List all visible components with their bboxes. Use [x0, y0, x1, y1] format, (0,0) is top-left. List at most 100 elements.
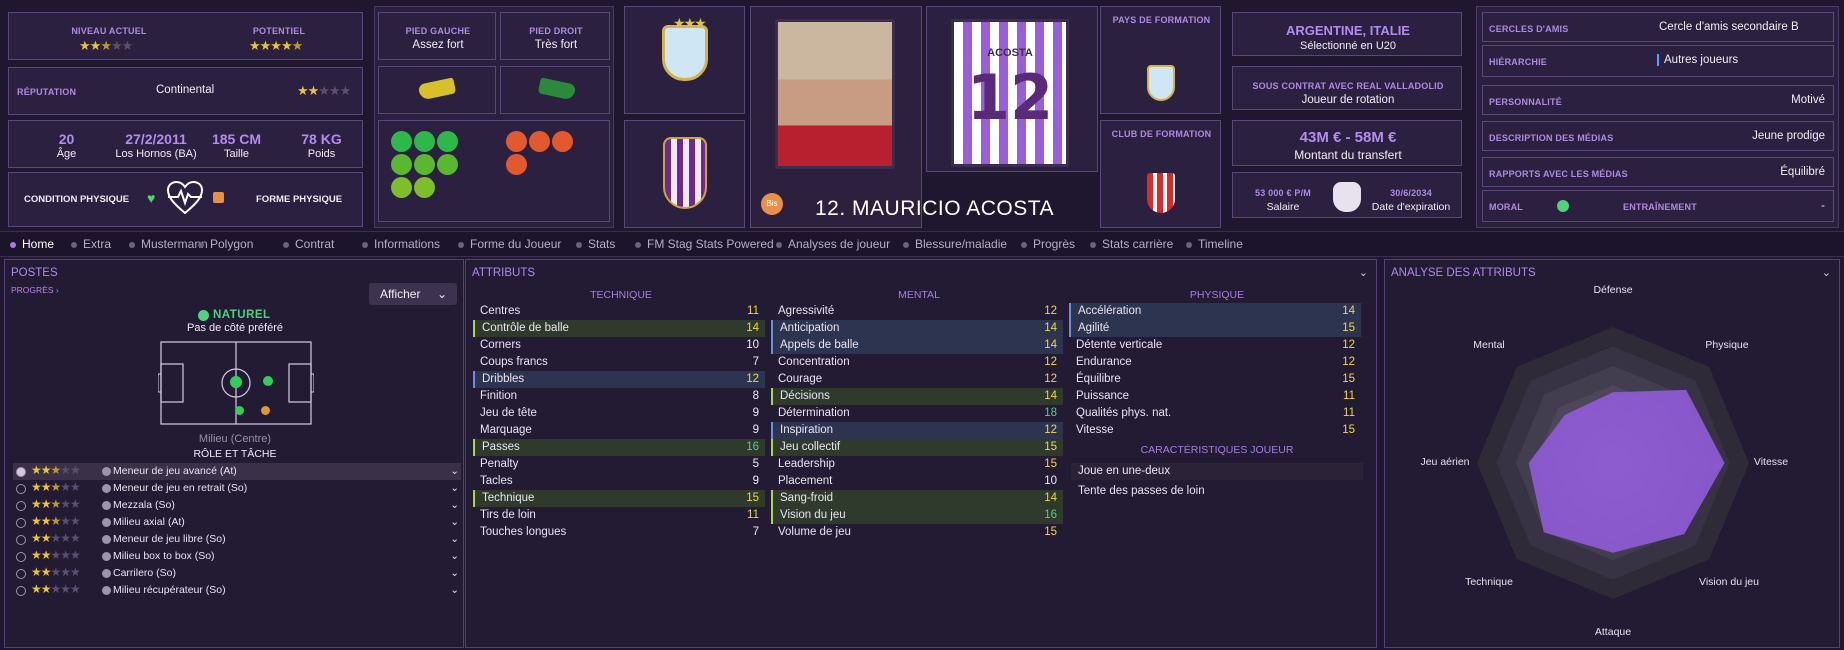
pays-formation-box: PAYS DE FORMATION [1100, 6, 1221, 114]
info-row: DESCRIPTION DES MÉDIAS Jeune prodige [1482, 121, 1834, 151]
expiry-label: Date d'expiration [1371, 201, 1451, 213]
left-foot-value: Assez fort [412, 39, 464, 51]
tab-informations[interactable]: Informations [362, 237, 440, 251]
side-preference: Pas de côté préféré [186, 322, 283, 334]
tab-dot-icon [283, 241, 289, 248]
tab-extra[interactable]: Extra [71, 237, 111, 251]
attribute-name: Qualités phys. nat. [1076, 407, 1172, 419]
chevron-down-icon[interactable]: ⌄ [450, 565, 459, 582]
carac-item: Joue en une-deux [1071, 463, 1363, 480]
role-radio[interactable] [16, 501, 26, 511]
info-icon[interactable] [102, 535, 111, 544]
attribute-name: Finition [480, 390, 518, 402]
height-value: 185 CM [211, 131, 262, 147]
attribute-row: Puissance 11 [1069, 388, 1361, 405]
chevron-down-icon[interactable]: ⌄ [450, 497, 459, 514]
role-stars: ★★★★★ [31, 463, 81, 477]
attribute-name: Endurance [1076, 356, 1132, 368]
attribute-row: Dribbles 12 [473, 371, 765, 388]
forme-icon [213, 192, 224, 203]
role-row[interactable]: ★★★★★ Meneur de jeu libre (So) ⌄ [13, 531, 461, 548]
tab-dot-icon [576, 241, 582, 248]
info-icon[interactable] [102, 586, 111, 595]
info-icon[interactable] [102, 467, 111, 476]
chevron-down-icon[interactable]: ⌄ [450, 514, 459, 531]
role-radio[interactable] [16, 518, 26, 528]
attribute-value: 12 [1342, 339, 1355, 351]
tab-polygon[interactable]: Polygon [198, 237, 253, 251]
tab-timeline[interactable]: Timeline [1186, 237, 1243, 251]
attribute-row: Endurance 12 [1069, 354, 1361, 371]
tab-stats-carri-re[interactable]: Stats carrière [1090, 237, 1173, 251]
role-radio[interactable] [16, 535, 26, 545]
info-label: HIÉRARCHIE [1489, 57, 1548, 67]
role-row[interactable]: ★★★★★ Mezzala (So) ⌄ [13, 497, 461, 514]
attribute-value: 18 [1044, 407, 1057, 419]
potentiel-stars: ★★★★★ [249, 38, 303, 53]
attribute-value: 15 [1342, 424, 1355, 436]
info-icon[interactable] [102, 501, 111, 510]
afa-crest-icon [662, 25, 708, 81]
tab-forme-du-joueur[interactable]: Forme du Joueur [458, 237, 561, 251]
tab-blessure-maladie[interactable]: Blessure/maladie [903, 237, 1007, 251]
info-icon[interactable] [102, 484, 111, 493]
attribute-name: Passes [482, 441, 520, 453]
attribute-row: Contrôle de balle 14 [473, 320, 765, 337]
role-radio[interactable] [16, 467, 26, 477]
pays-formation-label: PAYS DE FORMATION [1112, 15, 1211, 25]
attribute-value: 14 [1342, 305, 1355, 317]
chevron-down-icon[interactable]: ⌄ [450, 480, 459, 497]
position-dm-dot [235, 406, 244, 415]
role-row[interactable]: ★★★★★ Carrilero (So) ⌄ [13, 565, 461, 582]
attribute-value: 14 [1044, 492, 1057, 504]
tab-fm-stag-stats-powered[interactable]: FM Stag Stats Powered [635, 237, 774, 251]
club-formation-box: CLUB DE FORMATION [1100, 120, 1221, 228]
chevron-down-icon[interactable]: ⌄ [450, 548, 459, 565]
moral-label: MORAL [1489, 202, 1523, 212]
naturel-dot-icon [198, 310, 209, 321]
forme-label: FORME PHYSIQUE [256, 194, 343, 205]
attribute-row: Penalty 5 [473, 456, 765, 473]
moral-box: MORAL ENTRAÎNEMENT - [1482, 190, 1834, 222]
tab-progr-s[interactable]: Progrès [1021, 237, 1075, 251]
afficher-button[interactable]: Afficher ⌄ [369, 283, 457, 305]
attribute-value: 12 [746, 373, 759, 385]
chevron-down-icon: ⌄ [436, 287, 447, 301]
tab-stats[interactable]: Stats [576, 237, 615, 251]
tab-label: Home [22, 237, 55, 251]
info-icon[interactable] [102, 569, 111, 578]
chevron-down-icon[interactable]: ⌄ [450, 582, 459, 599]
position-mc-center-dot [263, 376, 273, 386]
tab-dot-icon [458, 241, 464, 248]
tab-home[interactable]: Home [10, 237, 54, 251]
role-radio[interactable] [16, 552, 26, 562]
info-icon[interactable] [102, 552, 111, 561]
info-row: PERSONNALITÉ Motivé [1482, 85, 1834, 115]
chevron-down-icon[interactable]: ⌄ [450, 463, 459, 480]
info-icon[interactable] [102, 518, 111, 527]
tab-analyses-de-joueur[interactable]: Analyses de joueur [776, 237, 890, 251]
role-row[interactable]: ★★★★★ Milieu axial (At) ⌄ [13, 514, 461, 531]
radar-axis-label: Défense [1593, 284, 1632, 296]
tab-mustermann[interactable]: Mustermann [129, 237, 208, 251]
role-row[interactable]: ★★★★★ Milieu box to box (So) ⌄ [13, 548, 461, 565]
role-row[interactable]: ★★★★★ Meneur de jeu en retrait (So) ⌄ [13, 480, 461, 497]
info-row: CERCLES D'AMIS Cercle d'amis secondaire B [1482, 12, 1834, 42]
trait-icon-2 [414, 131, 435, 152]
role-stars: ★★★★★ [31, 531, 81, 545]
progres-link[interactable]: PROGRÈS › [11, 285, 59, 295]
role-radio[interactable] [16, 586, 26, 596]
role-row[interactable]: ★★★★★ Milieu récupérateur (So) ⌄ [13, 582, 461, 599]
transfer-value: 43M € - 58M € [1299, 129, 1397, 146]
tab-contrat[interactable]: Contrat [283, 237, 334, 251]
attribute-name: Décisions [780, 390, 830, 402]
weight-value: 78 KG [301, 131, 342, 147]
attribute-row: Coups francs 7 [473, 354, 765, 371]
role-row[interactable]: ★★★★★ Meneur de jeu avancé (At) ⌄ [13, 463, 461, 480]
info-value: Jeune prodige [1752, 130, 1825, 142]
attributs-chevron-icon[interactable]: ⌄ [1359, 266, 1368, 279]
role-radio[interactable] [16, 484, 26, 494]
chevron-down-icon[interactable]: ⌄ [450, 531, 459, 548]
level-box: NIVEAU ACTUEL ★★★★★ POTENTIEL ★★★★★ [8, 12, 363, 60]
role-radio[interactable] [16, 569, 26, 579]
